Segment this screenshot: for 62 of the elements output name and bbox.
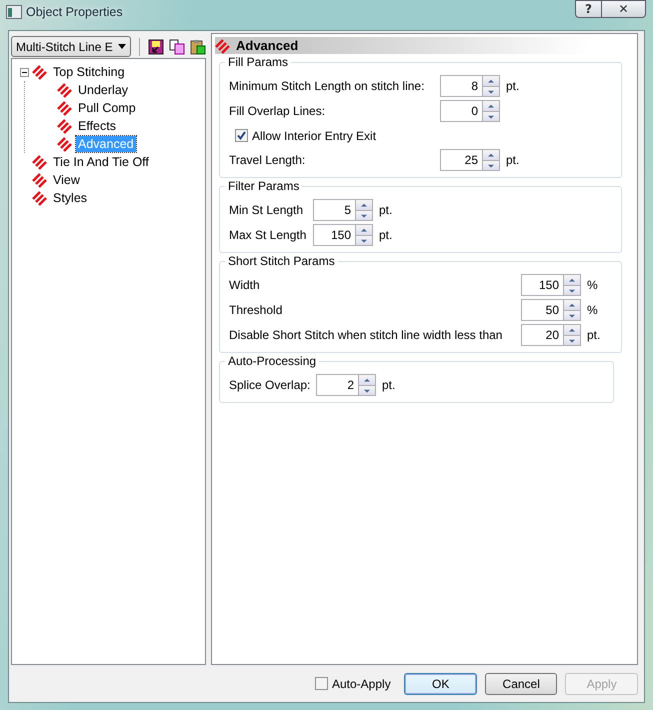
spin-field[interactable]: 8	[440, 75, 500, 97]
collapse-icon[interactable]	[20, 68, 29, 76]
tree-item[interactable]: Tie In And Tie Off	[51, 154, 151, 170]
unit-label: pt.	[379, 203, 392, 217]
checkbox[interactable]	[235, 129, 248, 142]
save-icon[interactable]	[148, 38, 164, 54]
field-label: Travel Length:	[229, 153, 306, 167]
spin-field[interactable]: 50	[521, 299, 581, 321]
field-label: Minimum Stitch Length on stitch line:	[229, 79, 426, 93]
spin-field[interactable]: 0	[440, 100, 500, 122]
stitch-icon	[215, 38, 231, 54]
tree-item[interactable]: Underlay	[76, 82, 130, 98]
dropdown-arrow-icon	[118, 44, 126, 49]
close-button[interactable]: ✕	[602, 0, 646, 18]
object-type-dropdown[interactable]: Multi-Stitch Line E	[11, 36, 131, 57]
unit-label: pt.	[587, 328, 600, 342]
stitch-icon	[57, 136, 73, 152]
field-label: Splice Overlap:	[229, 378, 312, 392]
group-title: Auto-Processing	[225, 354, 320, 368]
checkbox-label: Auto-Apply	[332, 676, 391, 691]
dialog-button[interactable]: OK	[404, 672, 477, 695]
unit-label: pt.	[382, 378, 396, 392]
spin-field[interactable]: 25	[440, 149, 500, 171]
field-label: Max St Length	[229, 228, 308, 242]
tree-item[interactable]: Styles	[51, 190, 90, 206]
stitch-icon	[32, 64, 48, 80]
unit-label: pt.	[506, 79, 520, 93]
field-label: Fill Overlap Lines:	[229, 104, 326, 118]
spin-field[interactable]: 20	[521, 324, 581, 346]
dialog-button[interactable]: Cancel	[484, 672, 558, 695]
stitch-icon	[57, 82, 73, 98]
stitch-icon	[57, 118, 73, 134]
field-label: Disable Short Stitch when stitch line width less than	[229, 328, 504, 342]
checkbox[interactable]	[315, 677, 328, 690]
stitch-icon	[32, 172, 48, 188]
tree-item[interactable]: Effects	[76, 118, 118, 134]
group-title: Filter Params	[225, 179, 302, 193]
group-title: Fill Params	[225, 55, 292, 69]
paste-icon[interactable]	[190, 38, 206, 54]
spin-field[interactable]: 150	[313, 224, 373, 246]
unit-label: pt.	[379, 228, 392, 242]
help-button[interactable]: ?	[575, 0, 602, 18]
field-label: Min St Length	[229, 203, 304, 217]
spin-field[interactable]: 5	[313, 199, 373, 221]
field-label: Threshold	[229, 303, 284, 317]
copy-icon[interactable]	[169, 38, 185, 54]
group-title: Short Stitch Params	[225, 254, 338, 268]
unit-label: %	[587, 303, 598, 317]
stitch-icon	[57, 100, 73, 116]
spin-field[interactable]: 150	[521, 274, 581, 296]
window-icon	[6, 5, 22, 19]
field-label: Width	[229, 278, 261, 292]
unit-label: %	[587, 278, 598, 292]
stitch-icon	[32, 190, 48, 206]
window-title: Object Properties	[26, 5, 123, 19]
tree-item[interactable]: Top Stitching	[51, 64, 127, 80]
unit-label: pt.	[506, 153, 520, 167]
stitch-icon	[32, 154, 48, 170]
tree-item[interactable]: Pull Comp	[76, 100, 138, 116]
spin-field[interactable]: 2	[316, 374, 376, 396]
checkbox-label: Allow Interior Entry Exit	[252, 128, 376, 142]
tree-item[interactable]: View	[51, 172, 82, 188]
